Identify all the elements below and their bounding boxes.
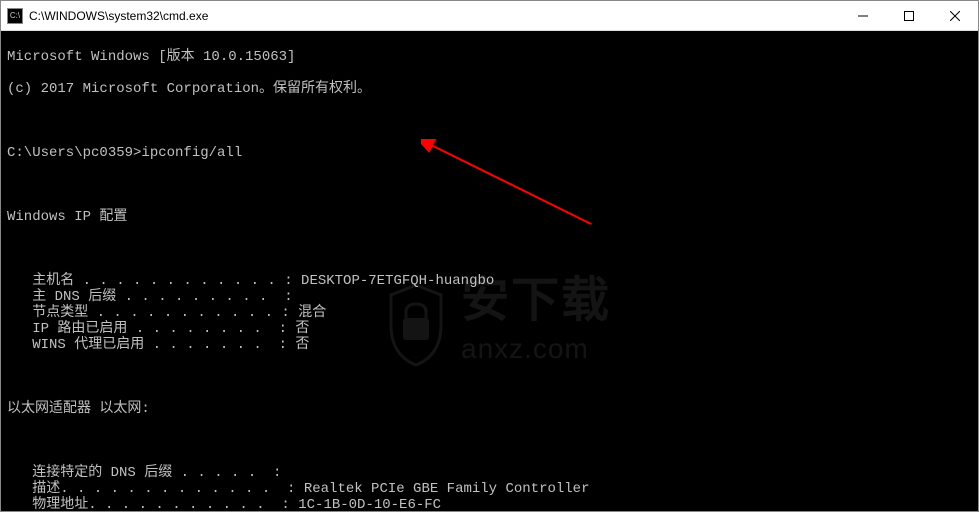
blank-line (7, 241, 972, 257)
prompt: C:\Users\pc0359> (7, 145, 141, 161)
terminal-output[interactable]: Microsoft Windows [版本 10.0.15063] (c) 20… (1, 31, 978, 511)
close-icon (950, 11, 960, 21)
blank-line (7, 369, 972, 385)
prompt-line: C:\Users\pc0359>ipconfig/all (7, 145, 972, 161)
section1-rows: 主机名 . . . . . . . . . . . . : DESKTOP-7E… (7, 273, 972, 353)
section2-rows: 连接特定的 DNS 后缀 . . . . . : 描述. . . . . . .… (7, 465, 972, 511)
maximize-button[interactable] (886, 1, 932, 31)
kv-row: 描述. . . . . . . . . . . . . : Realtek PC… (7, 481, 972, 497)
kv-row: 连接特定的 DNS 后缀 . . . . . : (7, 465, 972, 481)
kv-row: 主机名 . . . . . . . . . . . . : DESKTOP-7E… (7, 273, 972, 289)
kv-row: 物理地址. . . . . . . . . . . : 1C-1B-0D-10-… (7, 497, 972, 511)
banner-line: (c) 2017 Microsoft Corporation。保留所有权利。 (7, 81, 972, 97)
minimize-button[interactable] (840, 1, 886, 31)
cmd-icon: C:\ (7, 8, 23, 24)
kv-row: 主 DNS 后缀 . . . . . . . . . : (7, 289, 972, 305)
section-title: Windows IP 配置 (7, 209, 972, 225)
blank-line (7, 113, 972, 129)
cmd-window: C:\ C:\WINDOWS\system32\cmd.exe Microsof… (0, 0, 979, 512)
titlebar[interactable]: C:\ C:\WINDOWS\system32\cmd.exe (1, 1, 978, 31)
blank-line (7, 177, 972, 193)
banner-line: Microsoft Windows [版本 10.0.15063] (7, 49, 972, 65)
command: ipconfig/all (141, 145, 242, 161)
section-title: 以太网适配器 以太网: (7, 401, 972, 417)
close-button[interactable] (932, 1, 978, 31)
kv-row: WINS 代理已启用 . . . . . . . : 否 (7, 337, 972, 353)
kv-row: IP 路由已启用 . . . . . . . . : 否 (7, 321, 972, 337)
kv-row: 节点类型 . . . . . . . . . . . : 混合 (7, 305, 972, 321)
blank-line (7, 433, 972, 449)
window-title: C:\WINDOWS\system32\cmd.exe (29, 9, 208, 23)
minimize-icon (858, 11, 868, 21)
maximize-icon (904, 11, 914, 21)
